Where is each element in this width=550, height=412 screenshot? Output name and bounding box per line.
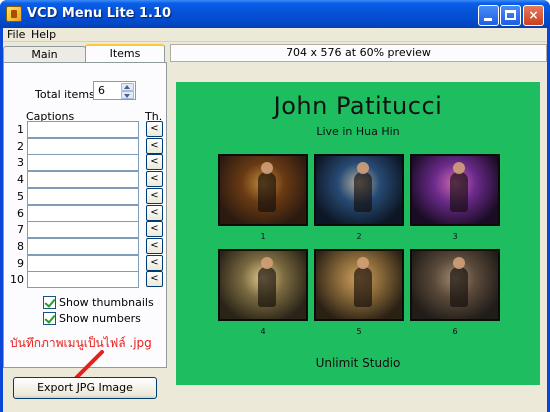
tab-items[interactable]: Items — [85, 44, 165, 62]
performer-head — [357, 162, 369, 174]
caption-row-number: 10 — [10, 273, 24, 287]
menu-help[interactable]: Help — [31, 28, 56, 41]
performer-figure — [450, 267, 468, 307]
caption-row-number: 6 — [17, 206, 24, 220]
preview-pane: John Patitucci Live in Hua Hin 1 2 3 4 5 6 Un… — [170, 62, 547, 412]
performer-head — [261, 162, 273, 174]
preview-thumbnail — [410, 154, 500, 226]
preview-thumbnail — [314, 249, 404, 321]
caption-row: 9 < — [3, 254, 167, 272]
preview-thumbnail — [314, 154, 404, 226]
thumbnail-pick-button[interactable]: < — [146, 237, 163, 254]
performer-head — [357, 257, 369, 269]
title-bar[interactable]: VCD Menu Lite 1.10 × — [0, 0, 550, 28]
performer-figure — [258, 172, 276, 212]
caption-input[interactable] — [27, 171, 139, 189]
maximize-button[interactable] — [500, 5, 521, 26]
window-title: VCD Menu Lite 1.10 — [27, 6, 172, 21]
total-items-label: Total items: — [35, 88, 99, 101]
caption-input[interactable] — [27, 204, 139, 222]
client-area: File Help Main Items Total items: 6 Capt… — [3, 28, 547, 412]
thumbnail-number: 1 — [260, 232, 266, 241]
caption-input[interactable] — [27, 221, 139, 239]
caption-input[interactable] — [27, 154, 139, 172]
spin-up-button[interactable] — [121, 83, 134, 91]
thumbnail-number: 5 — [356, 327, 362, 336]
caption-row-number: 7 — [17, 223, 24, 237]
caption-input[interactable] — [27, 271, 139, 289]
caption-row: 4 < — [3, 171, 167, 189]
tab-strip: Main Items — [3, 44, 167, 62]
caption-row: 3 < — [3, 154, 167, 172]
checkbox-checked-icon[interactable] — [43, 296, 56, 309]
preview-footer: Unlimit Studio — [315, 356, 401, 370]
preview-title: John Patitucci — [273, 92, 443, 120]
caption-input[interactable] — [27, 254, 139, 272]
caption-row: 7 < — [3, 221, 167, 239]
caption-input[interactable] — [27, 137, 139, 155]
thumbnail-number: 2 — [356, 232, 362, 241]
thumbnail-pick-button[interactable]: < — [146, 137, 163, 154]
thumbnail-pick-button[interactable]: < — [146, 254, 163, 271]
caption-row: 10 < — [3, 271, 167, 289]
thumbnail-number: 4 — [260, 327, 266, 336]
caption-row-number: 8 — [17, 239, 24, 253]
caption-row-number: 9 — [17, 256, 24, 270]
caption-row: 8 < — [3, 237, 167, 255]
caption-row: 2 < — [3, 137, 167, 155]
caption-row: 6 < — [3, 204, 167, 222]
caption-input[interactable] — [27, 237, 139, 255]
performer-head — [261, 257, 273, 269]
spin-down-button[interactable] — [121, 91, 134, 99]
performer-figure — [354, 172, 372, 212]
minimize-icon — [484, 18, 492, 21]
menu-preview-canvas: John Patitucci Live in Hua Hin 1 2 3 4 5 6 Un… — [176, 82, 540, 385]
minimize-button[interactable] — [478, 5, 499, 26]
menu-file[interactable]: File — [7, 28, 25, 41]
caption-row: 5 < — [3, 187, 167, 205]
performer-figure — [354, 267, 372, 307]
preview-thumbnail — [218, 249, 308, 321]
caption-row: 1 < — [3, 121, 167, 138]
show-numbers-label[interactable]: Show numbers — [59, 312, 141, 325]
maximize-icon — [505, 10, 516, 20]
performer-figure — [258, 267, 276, 307]
caption-input[interactable] — [27, 187, 139, 205]
thumbnail-pick-button[interactable]: < — [146, 171, 163, 188]
thumbnail-pick-button[interactable]: < — [146, 204, 163, 221]
thumbnail-pick-button[interactable]: < — [146, 271, 163, 288]
close-icon: × — [528, 8, 539, 22]
caption-row-number: 5 — [17, 189, 24, 203]
preview-header: 704 x 576 at 60% preview — [170, 44, 547, 62]
preview-thumbnail — [218, 154, 308, 226]
caption-input[interactable] — [27, 121, 139, 138]
app-window: VCD Menu Lite 1.10 × File Help Main Item… — [0, 0, 550, 412]
thumbnail-number: 6 — [452, 327, 458, 336]
thumbnail-number: 3 — [452, 232, 458, 241]
total-items-value[interactable]: 6 — [98, 84, 105, 97]
preview-thumbnail — [410, 249, 500, 321]
caption-row-number: 3 — [17, 156, 24, 170]
tab-main[interactable]: Main — [3, 46, 86, 62]
caption-row-number: 4 — [17, 173, 24, 187]
menu-bar: File Help — [3, 28, 547, 42]
app-icon — [6, 6, 22, 22]
close-button[interactable]: × — [523, 5, 544, 26]
total-items-spinner[interactable]: 6 — [93, 81, 136, 100]
show-thumbnails-label[interactable]: Show thumbnails — [59, 296, 154, 309]
caption-row-number: 2 — [17, 139, 24, 153]
preview-subtitle: Live in Hua Hin — [316, 125, 400, 138]
thumbnail-pick-button[interactable]: < — [146, 121, 163, 137]
performer-head — [453, 162, 465, 174]
thumbnail-pick-button[interactable]: < — [146, 154, 163, 171]
checkbox-checked-icon[interactable] — [43, 312, 56, 325]
performer-head — [453, 257, 465, 269]
thumbnail-pick-button[interactable]: < — [146, 221, 163, 238]
caption-row-number: 1 — [17, 123, 24, 136]
thumbnail-pick-button[interactable]: < — [146, 187, 163, 204]
performer-figure — [450, 172, 468, 212]
export-jpg-button[interactable]: Export JPG Image — [13, 377, 157, 399]
